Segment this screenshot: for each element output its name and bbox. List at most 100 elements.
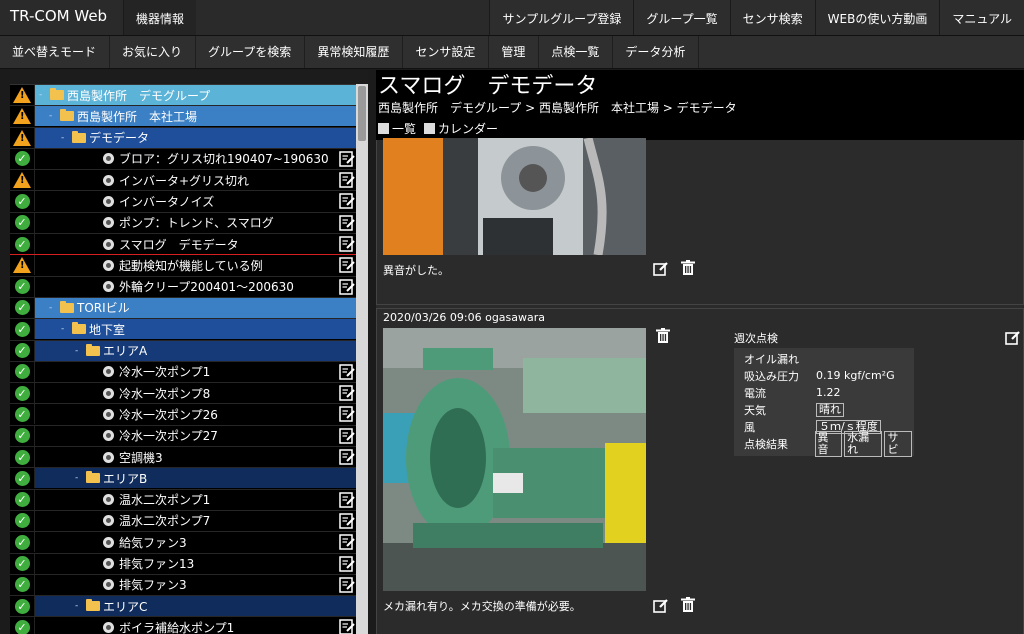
edit-icon[interactable] — [339, 215, 355, 231]
tree-sensor-row[interactable]: ✓ 排気ファン3 — [10, 574, 368, 597]
collapse-icon[interactable]: - — [75, 473, 83, 483]
collapse-icon[interactable]: - — [75, 601, 83, 611]
tree-sensor-row[interactable]: ✓ ブロア：グリス切れ190407~190630 — [10, 148, 368, 171]
tree-group-row[interactable]: ! - デモデータ — [10, 127, 368, 149]
tree-sensor-row[interactable]: ✓ 外輪クリープ200401～200630 — [10, 276, 368, 298]
tree-cell[interactable]: 空調機3 — [35, 447, 356, 468]
trash-icon[interactable] — [680, 597, 696, 613]
top-nav-item[interactable]: センサ検索 — [729, 0, 815, 35]
tree-cell[interactable]: インバータ+グリス切れ — [35, 170, 356, 191]
tree-cell[interactable]: - エリアB — [35, 468, 356, 489]
collapse-icon[interactable]: - — [61, 133, 69, 143]
sub-nav-item[interactable]: お気に入り — [110, 36, 197, 68]
sub-nav-item[interactable]: 点検一覧 — [539, 36, 614, 68]
edit-icon[interactable] — [1005, 330, 1021, 346]
edit-icon[interactable] — [339, 172, 355, 188]
sub-nav-item[interactable]: データ分析 — [613, 36, 700, 68]
trash-icon[interactable] — [655, 328, 671, 344]
tree-sensor-row[interactable]: ! インバータ+グリス切れ — [10, 170, 368, 192]
tree-sensor-row[interactable]: ✓ 冷水一次ポンプ26 — [10, 404, 368, 426]
edit-icon[interactable] — [339, 619, 355, 634]
tree-cell[interactable]: 給気ファン3 — [35, 532, 356, 553]
sub-nav-item[interactable]: 管理 — [489, 36, 540, 68]
tree-cell[interactable]: 温水二次ポンプ1 — [35, 489, 356, 510]
tree-group-row[interactable]: ! - 西島製作所 デモグループ — [10, 85, 368, 107]
edit-icon[interactable] — [339, 513, 355, 529]
tree-cell[interactable]: - エリアC — [35, 596, 356, 617]
edit-icon[interactable] — [339, 151, 355, 167]
tree-group-row[interactable]: ✓ - 地下室 — [10, 319, 368, 341]
sub-nav-item[interactable]: センサ設定 — [403, 36, 490, 68]
tree-group-row[interactable]: ✓ - エリアB — [10, 468, 368, 490]
top-nav-item[interactable]: グループ一覧 — [633, 0, 730, 35]
tree-group-row[interactable]: ✓ - TORIビル — [10, 297, 368, 320]
edit-icon[interactable] — [339, 577, 355, 593]
tree-cell[interactable]: - 西島製作所 デモグループ — [35, 85, 356, 105]
edit-icon[interactable] — [339, 278, 355, 295]
tree-cell[interactable]: ポンプ：トレンド、スマログ — [35, 212, 356, 233]
sub-nav-item[interactable]: グループを検索 — [196, 36, 306, 68]
entry-photo-2[interactable] — [383, 328, 646, 591]
tree-cell[interactable]: 温水二次ポンプ7 — [35, 510, 356, 531]
tree-cell[interactable]: 冷水一次ポンプ26 — [35, 404, 356, 425]
collapse-icon[interactable]: - — [49, 303, 57, 313]
tree-group-row[interactable]: ! - 西島製作所 本社工場 — [10, 106, 368, 128]
tree-sensor-row[interactable]: ✓ 空調機3 — [10, 447, 368, 469]
tree-cell[interactable]: 起動検知が機能している例 — [35, 255, 356, 276]
edit-icon[interactable] — [339, 555, 355, 572]
tree-cell[interactable]: - 西島製作所 本社工場 — [35, 106, 356, 127]
tree-cell[interactable]: 外輪クリープ200401～200630 — [35, 276, 356, 297]
app-title[interactable]: TR-COM Web — [10, 7, 107, 25]
tree-sensor-row[interactable]: ✓ 給気ファン3 — [10, 532, 368, 554]
tree-cell[interactable]: - TORIビル — [35, 297, 356, 318]
collapse-icon[interactable]: - — [75, 346, 83, 356]
edit-icon[interactable] — [653, 598, 669, 614]
top-nav-item[interactable]: マニュアル — [939, 0, 1024, 35]
entry-photo-1[interactable] — [383, 138, 646, 255]
edit-icon[interactable] — [339, 193, 355, 210]
edit-icon[interactable] — [339, 449, 355, 465]
edit-icon[interactable] — [339, 364, 355, 380]
edit-icon[interactable] — [653, 261, 669, 277]
device-info-tab[interactable]: 機器情報 — [123, 0, 197, 35]
tree-cell[interactable]: ブロア：グリス切れ190407~190630 — [35, 148, 356, 169]
tree-cell[interactable]: 冷水一次ポンプ27 — [35, 425, 356, 446]
tree-cell[interactable]: スマログ デモデータ — [35, 234, 356, 255]
tree-cell[interactable]: 排気ファン13 — [35, 553, 356, 574]
collapse-icon[interactable]: - — [49, 111, 57, 121]
edit-icon[interactable] — [339, 385, 355, 401]
tree-sensor-row[interactable]: ✓ 冷水一次ポンプ27 — [10, 425, 368, 448]
tree-cell[interactable]: 排気ファン3 — [35, 574, 356, 595]
edit-icon[interactable] — [339, 491, 355, 508]
tree-sensor-row[interactable]: ✓ 温水二次ポンプ1 — [10, 489, 368, 511]
tree-sensor-row[interactable]: ✓ ボイラ補給水ポンプ1 — [10, 617, 368, 634]
tree-sensor-row[interactable]: ✓ インバータノイズ — [10, 191, 368, 213]
tree-cell[interactable]: 冷水一次ポンプ1 — [35, 361, 356, 382]
top-nav-item[interactable]: WEBの使い方動画 — [814, 0, 940, 35]
edit-icon[interactable] — [339, 236, 355, 252]
tree-cell[interactable]: - デモデータ — [35, 127, 356, 148]
tree-sensor-row[interactable]: ✓ 温水二次ポンプ7 — [10, 510, 368, 533]
edit-icon[interactable] — [339, 534, 355, 550]
tree-cell[interactable]: - 地下室 — [35, 319, 356, 340]
tree-group-row[interactable]: ✓ - エリアA — [10, 340, 368, 362]
tree-group-row[interactable]: ✓ - エリアC — [10, 596, 368, 618]
trash-icon[interactable] — [680, 260, 696, 276]
tree-sensor-row[interactable]: ✓ 冷水一次ポンプ8 — [10, 383, 368, 405]
edit-icon[interactable] — [339, 257, 355, 274]
view-calendar-button[interactable]: カレンダー — [424, 120, 498, 137]
tree-cell[interactable]: ボイラ補給水ポンプ1 — [35, 617, 356, 634]
tree-scrollbar[interactable] — [356, 84, 368, 634]
top-nav-item[interactable]: サンプルグループ登録 — [489, 0, 634, 35]
tree-cell[interactable]: 冷水一次ポンプ8 — [35, 383, 356, 404]
view-list-button[interactable]: 一覧 — [378, 120, 416, 137]
sub-nav-item[interactable]: 並べ替えモード — [0, 36, 111, 68]
scroll-thumb[interactable] — [358, 86, 366, 141]
tree-sensor-row[interactable]: ✓ スマログ デモデータ — [10, 234, 368, 256]
tree-sensor-row[interactable]: ✓ 冷水一次ポンプ1 — [10, 361, 368, 384]
tree-sensor-row[interactable]: ! 起動検知が機能している例 — [10, 255, 368, 277]
tree-sensor-row[interactable]: ✓ 排気ファン13 — [10, 553, 368, 575]
tree-cell[interactable]: インバータノイズ — [35, 191, 356, 212]
sub-nav-item[interactable]: 異常検知履歴 — [305, 36, 404, 68]
collapse-icon[interactable]: - — [39, 90, 47, 100]
